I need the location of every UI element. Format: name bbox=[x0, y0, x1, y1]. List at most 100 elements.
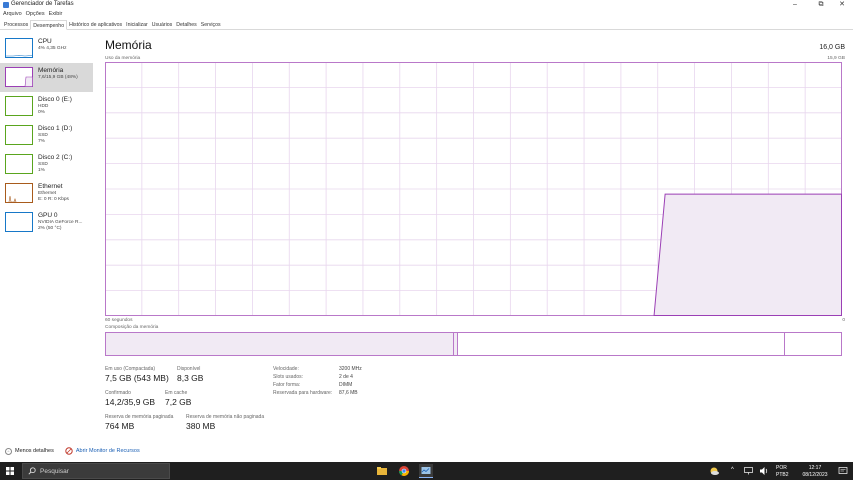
clock[interactable]: 12:17 08/12/2023 bbox=[800, 465, 830, 478]
tab-usuarios[interactable]: Usuários bbox=[150, 20, 174, 30]
taskbar: Pesquisar ^ POR PTB2 12:17 08/12/2023 bbox=[0, 462, 853, 480]
tab-desempenho[interactable]: Desempenho bbox=[30, 20, 68, 30]
stat-label: Confirmado bbox=[105, 390, 131, 396]
detail-key: Fator forma: bbox=[273, 382, 301, 388]
graph-max: 15,9 GB bbox=[827, 56, 845, 61]
sidebar-item-detail: 1% bbox=[38, 168, 45, 173]
stat-committed: Confirmado 14,2/35,9 GB bbox=[105, 390, 155, 407]
search-placeholder: Pesquisar bbox=[40, 468, 69, 475]
tab-servicos[interactable]: Serviços bbox=[199, 20, 223, 30]
gpu-thumbnail bbox=[5, 212, 33, 232]
chevron-up-tray-icon[interactable]: ^ bbox=[731, 467, 734, 473]
menu-exibir[interactable]: Exibir bbox=[49, 11, 63, 19]
sidebar-item-memory[interactable]: Memória 7,6/15,9 GB (48%) bbox=[0, 63, 93, 92]
sidebar-item-disk-1[interactable]: Disco 1 (D:) SSD 7% bbox=[0, 121, 93, 150]
graph-x-right: 0 bbox=[842, 318, 845, 323]
stat-nonpaged-pool: Reserva de memória não paginada 380 MB bbox=[186, 414, 264, 431]
graph-label: Uso da memória bbox=[105, 56, 141, 61]
memory-thumbnail bbox=[5, 67, 33, 87]
volume-icon[interactable] bbox=[759, 466, 769, 476]
file-explorer-icon[interactable] bbox=[375, 464, 389, 478]
menu-arquivo[interactable]: Arquivo bbox=[3, 11, 22, 19]
sidebar-item-type: SSD bbox=[38, 162, 48, 167]
sidebar-item-label: Disco 2 (C:) bbox=[38, 154, 73, 161]
tab-inicializar[interactable]: Inicializar bbox=[124, 20, 150, 30]
tab-historico[interactable]: Histórico de aplicativos bbox=[67, 20, 124, 30]
detail-row: Slots usados: 2 de 4 bbox=[273, 374, 362, 382]
sidebar-item-cpu[interactable]: CPU 4% 4,35 GHz bbox=[0, 34, 93, 63]
sidebar-item-detail: E: 0 R: 0 Kbps bbox=[38, 197, 69, 202]
stat-available: Disponível 8,3 GB bbox=[177, 366, 203, 383]
stat-value: 764 MB bbox=[105, 421, 135, 431]
network-icon[interactable] bbox=[744, 467, 753, 475]
sidebar-item-ethernet[interactable]: Ethernet Ethernet E: 0 R: 0 Kbps bbox=[0, 179, 93, 208]
disk-1-thumbnail bbox=[5, 125, 33, 145]
sidebar-item-detail: 7,6/15,9 GB (48%) bbox=[38, 75, 78, 80]
detail-row: Fator forma: DIMM bbox=[273, 382, 362, 390]
windows-start-icon[interactable] bbox=[6, 467, 14, 475]
task-manager-window: Gerenciador de Tarefas – ⧉ ✕ Arquivo Opç… bbox=[0, 0, 853, 462]
chrome-icon[interactable] bbox=[397, 464, 411, 478]
stat-value: 8,3 GB bbox=[177, 373, 204, 383]
composition-in-use bbox=[106, 333, 454, 355]
page-title: Memória bbox=[105, 38, 152, 52]
notifications-icon[interactable] bbox=[838, 466, 848, 476]
graph-x-left: 60 segundos bbox=[105, 318, 133, 323]
fewer-details-label: Menos detalhes bbox=[15, 448, 54, 454]
memory-usage-area bbox=[653, 193, 842, 316]
stat-label: Disponível bbox=[177, 366, 201, 372]
sidebar-item-label: CPU bbox=[38, 38, 52, 45]
ethernet-thumbnail bbox=[5, 183, 33, 203]
sidebar-item-type: NVIDIA GeForce R... bbox=[38, 220, 83, 225]
detail-key: Reservada para hardware: bbox=[273, 390, 333, 396]
language-indicator[interactable]: POR PTB2 bbox=[776, 465, 789, 478]
detail-value: 2 de 4 bbox=[339, 374, 353, 380]
tab-detalhes[interactable]: Detalhes bbox=[174, 20, 198, 30]
resource-monitor-link[interactable]: Abrir Monitor de Recursos bbox=[65, 447, 140, 455]
detail-key: Slots usados: bbox=[273, 374, 304, 380]
stat-value: 380 MB bbox=[186, 421, 216, 431]
composition-label: Composição da memória bbox=[105, 325, 159, 330]
sidebar-item-type: Ethernet bbox=[38, 191, 57, 196]
sidebar-item-disk-0[interactable]: Disco 0 (E:) HDD 0% bbox=[0, 92, 93, 121]
stat-paged-pool: Reserva de memória paginada 764 MB bbox=[105, 414, 173, 431]
memory-composition-bar bbox=[105, 332, 842, 356]
memory-total: 16,0 GB bbox=[819, 44, 845, 51]
sidebar-item-detail: 0% bbox=[38, 110, 45, 115]
minimize-button[interactable]: – bbox=[787, 0, 803, 11]
composition-free bbox=[785, 333, 841, 355]
stat-label: Em cache bbox=[165, 390, 188, 396]
menu-opcoes[interactable]: Opções bbox=[26, 11, 45, 19]
disk-0-thumbnail bbox=[5, 96, 33, 116]
sidebar-item-label: GPU 0 bbox=[38, 212, 58, 219]
sidebar-item-type: HDD bbox=[38, 104, 49, 109]
resource-monitor-label: Abrir Monitor de Recursos bbox=[75, 448, 140, 454]
sidebar-item-label: Disco 1 (D:) bbox=[38, 125, 73, 132]
fewer-details-button[interactable]: ^ Menos detalhes bbox=[5, 447, 54, 455]
disk-2-thumbnail bbox=[5, 154, 33, 174]
clock-time: 12:17 bbox=[808, 465, 822, 471]
tab-processos[interactable]: Processos bbox=[2, 20, 30, 30]
sidebar-item-detail: 4% 4,35 GHz bbox=[38, 46, 67, 51]
stat-cached: Em cache 7,2 GB bbox=[165, 390, 191, 407]
close-button[interactable]: ✕ bbox=[834, 0, 850, 11]
maximize-button[interactable]: ⧉ bbox=[813, 0, 829, 11]
task-manager-taskbar-icon[interactable] bbox=[419, 464, 433, 478]
detail-value: 3200 MHz bbox=[339, 366, 362, 372]
sidebar-item-label: Ethernet bbox=[38, 183, 63, 190]
detail-value: DIMM bbox=[339, 382, 353, 388]
detail-row: Velocidade: 3200 MHz bbox=[273, 366, 362, 374]
weather-icon[interactable] bbox=[708, 466, 720, 476]
taskbar-search[interactable]: Pesquisar bbox=[22, 463, 170, 479]
window-title: Gerenciador de Tarefas bbox=[11, 1, 74, 7]
sidebar-item-disk-2[interactable]: Disco 2 (C:) SSD 1% bbox=[0, 150, 93, 179]
stat-value: 7,2 GB bbox=[165, 397, 192, 407]
composition-standby bbox=[458, 333, 785, 355]
sidebar-item-gpu-0[interactable]: GPU 0 NVIDIA GeForce R... 2% (50 °C) bbox=[0, 208, 93, 237]
sidebar-item-detail: 2% (50 °C) bbox=[38, 226, 62, 231]
memory-usage-graph bbox=[105, 62, 842, 316]
task-manager-icon bbox=[3, 2, 9, 8]
search-icon bbox=[28, 467, 36, 475]
stat-in-use: Em uso (Compactada) 7,5 GB (543 MB) bbox=[105, 366, 169, 383]
stat-value: 7,5 GB (543 MB) bbox=[105, 373, 169, 383]
